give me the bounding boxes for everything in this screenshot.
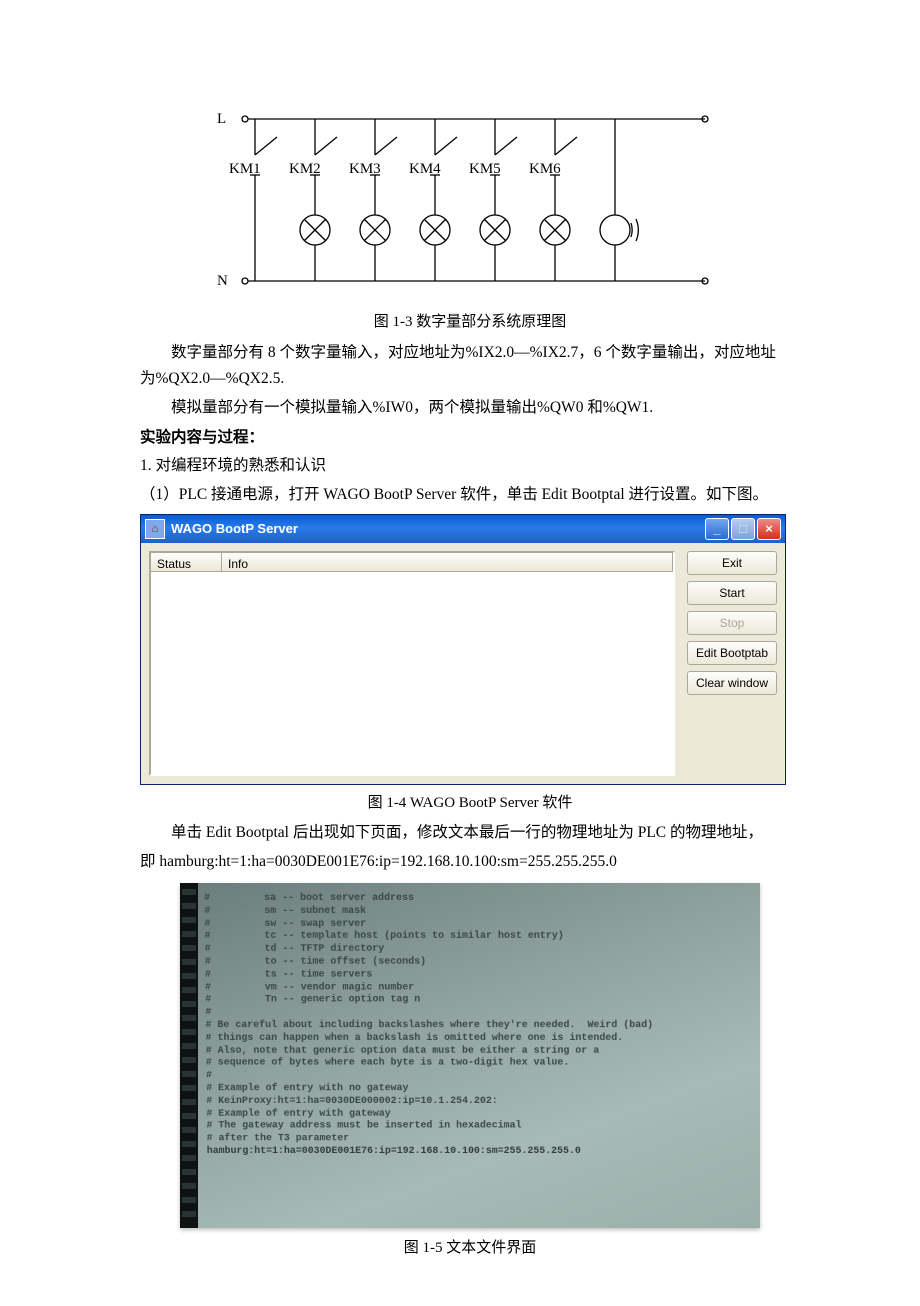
minimize-button[interactable]: _ <box>705 518 729 540</box>
window-title: WAGO BootP Server <box>171 518 298 540</box>
label-L: L <box>217 111 226 127</box>
paragraph-digital: 数字量部分有 8 个数字量输入，对应地址为%IX2.0—%IX2.7，6 个数字… <box>140 340 800 393</box>
figure-caption-1-4: 图 1-4 WAGO BootP Server 软件 <box>140 791 800 817</box>
section-title: 实验内容与过程： <box>140 425 800 451</box>
bootp-server-window: ⌂ WAGO BootP Server _ □ × Status Info Ex… <box>140 514 786 785</box>
contact-KM1: KM1 <box>229 161 261 177</box>
paragraph-analog: 模拟量部分有一个模拟量输入%IW0，两个模拟量输出%QW0 和%QW1. <box>140 395 800 421</box>
column-info[interactable]: Info <box>222 553 673 571</box>
clear-window-button[interactable]: Clear window <box>687 671 777 695</box>
maximize-button: □ <box>731 518 755 540</box>
contact-KM4: KM4 <box>409 161 441 177</box>
label-N: N <box>217 273 228 289</box>
close-button[interactable]: × <box>757 518 781 540</box>
contact-KM6: KM6 <box>529 161 561 177</box>
contact-KM3: KM3 <box>349 161 381 177</box>
start-button[interactable]: Start <box>687 581 777 605</box>
paragraph-edit-bootptab-2: 即 hamburg:ht=1:ha=0030DE001E76:ip=192.16… <box>140 849 800 875</box>
bootptab-content: # sa -- boot server address # sm -- subn… <box>180 883 760 1164</box>
stop-button: Stop <box>687 611 777 635</box>
log-list[interactable]: Status Info <box>149 551 675 776</box>
contact-KM5: KM5 <box>469 161 501 177</box>
figure-caption-1-5: 图 1-5 文本文件界面 <box>140 1236 800 1262</box>
exit-button[interactable]: Exit <box>687 551 777 575</box>
edit-bootptab-button[interactable]: Edit Bootptab <box>687 641 777 665</box>
paragraph-edit-bootptab-1: 单击 Edit Bootptal 后出现如下页面，修改文本最后一行的物理地址为 … <box>140 820 800 846</box>
figure-caption-1-3: 图 1-3 数字量部分系统原理图 <box>140 310 800 336</box>
step-1a: （1）PLC 接通电源，打开 WAGO BootP Server 软件，单击 E… <box>140 482 800 508</box>
window-titlebar[interactable]: ⌂ WAGO BootP Server _ □ × <box>141 515 785 543</box>
bootptab-editor-photo: # sa -- boot server address # sm -- subn… <box>180 883 760 1228</box>
app-icon: ⌂ <box>145 519 165 539</box>
step-1: 1. 对编程环境的熟悉和认识 <box>140 453 800 479</box>
contact-KM2: KM2 <box>289 161 321 177</box>
circuit-diagram: .w { stroke:#000; stroke-width:1.3; fill… <box>140 95 800 304</box>
column-status[interactable]: Status <box>151 553 222 571</box>
